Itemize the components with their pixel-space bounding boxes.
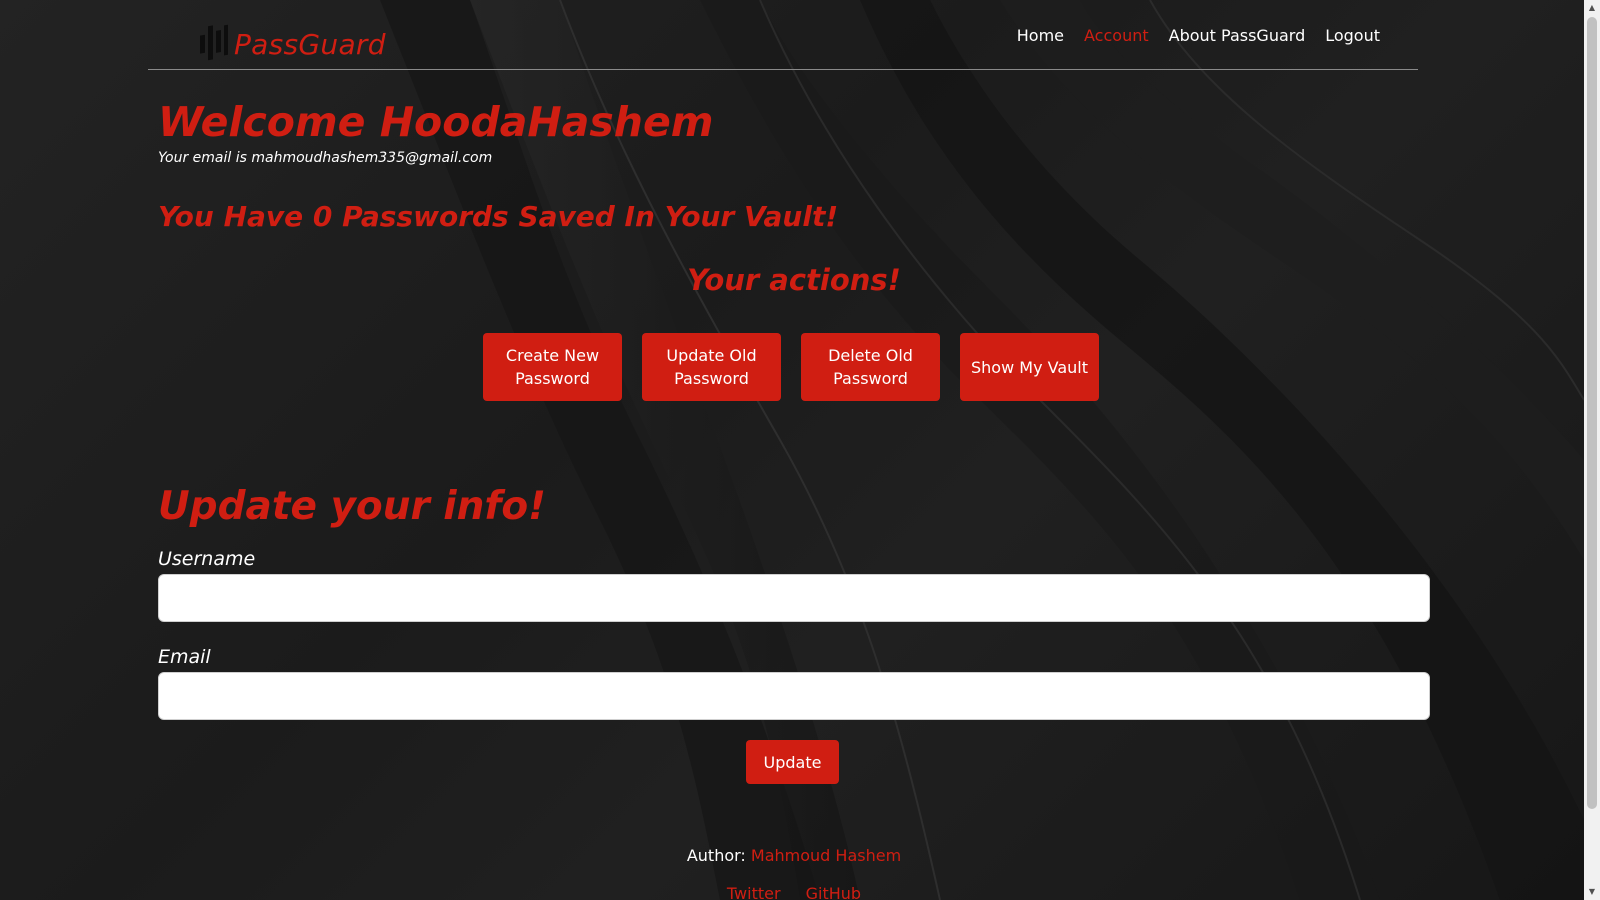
nav-links: Home Account About PassGuard Logout (1017, 26, 1380, 45)
passguard-logo-icon (200, 24, 228, 61)
account-page: PassGuard Home Account About PassGuard L… (0, 0, 1584, 900)
username-label: Username (158, 548, 256, 570)
vault-count-heading: You Have 0 Passwords Saved In Your Vault… (158, 200, 839, 233)
scroll-down-arrow-icon[interactable]: ▼ (1584, 884, 1600, 900)
update-info-button[interactable]: Update (746, 740, 839, 784)
nav-about[interactable]: About PassGuard (1169, 26, 1306, 45)
scroll-up-arrow-icon[interactable]: ▲ (1584, 0, 1600, 16)
update-info-heading: Update your info! (158, 484, 546, 529)
username-input[interactable] (158, 574, 1430, 622)
welcome-heading: Welcome HoodaHashem (158, 98, 714, 146)
show-vault-button[interactable]: Show My Vault (960, 333, 1099, 401)
email-input[interactable] (158, 672, 1430, 720)
create-password-button[interactable]: Create New Password (483, 333, 622, 401)
brand-name: PassGuard (234, 27, 386, 61)
nav-logout[interactable]: Logout (1325, 26, 1380, 45)
delete-password-button[interactable]: Delete Old Password (801, 333, 940, 401)
nav-home[interactable]: Home (1017, 26, 1064, 45)
brand-logo-link[interactable]: PassGuard (198, 22, 386, 66)
email-label: Email (158, 646, 211, 668)
author-link[interactable]: Mahmoud Hashem (751, 846, 901, 865)
nav-account[interactable]: Account (1084, 26, 1149, 45)
top-navbar: PassGuard Home Account About PassGuard L… (148, 0, 1418, 70)
user-email-text: Your email is mahmoudhashem335@gmail.com (158, 150, 493, 166)
scrollbar-thumb[interactable] (1587, 17, 1597, 809)
github-link[interactable]: GitHub (806, 884, 861, 900)
twitter-link[interactable]: Twitter (727, 884, 781, 900)
actions-heading: Your actions! (687, 263, 901, 297)
footer-author: Author: Mahmoud Hashem (158, 846, 1430, 865)
footer-author-prefix: Author: (686, 846, 746, 865)
vertical-scrollbar[interactable]: ▲ ▼ (1584, 0, 1600, 900)
action-buttons: Create New Password Update Old Password … (483, 333, 1099, 401)
footer-social-links: Twitter GitHub (158, 884, 1430, 900)
update-password-button[interactable]: Update Old Password (642, 333, 781, 401)
